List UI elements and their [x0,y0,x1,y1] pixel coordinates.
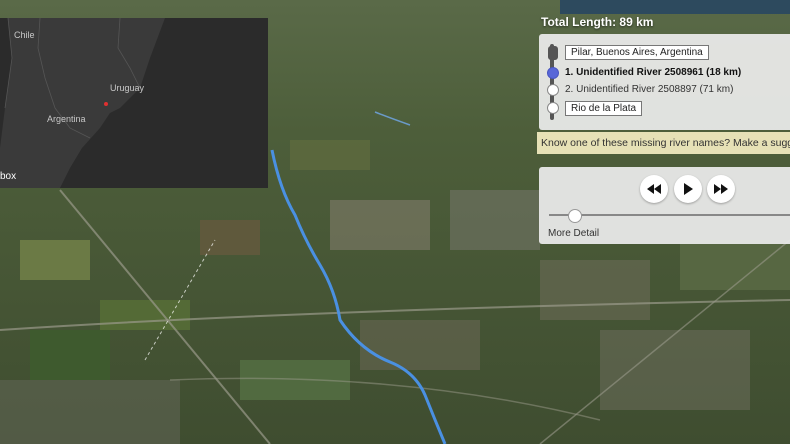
start-place[interactable]: Pilar, Buenos Aires, Argentina [565,45,709,60]
playback-panel: More Detail [539,167,790,244]
start-marker-icon [548,46,558,60]
playback-slider-track[interactable] [549,214,790,216]
play-icon [684,183,693,195]
more-detail-link[interactable]: More Detail [548,228,599,239]
river-item-2[interactable]: 2. Unidentified River 2508897 (71 km) [565,84,733,95]
river-2-dot-icon[interactable] [547,84,559,96]
fast-forward-icon [714,184,728,194]
end-place[interactable]: Rio de la Plata [565,101,643,116]
total-length: Total Length: 89 km [541,15,654,29]
minimap-label-argentina: Argentina [47,114,86,124]
river-1-dot-icon[interactable] [547,67,559,79]
suggest-names-banner[interactable]: Know one of these missing river names? M… [537,132,790,154]
play-button[interactable] [674,175,702,203]
playback-slider-thumb[interactable] [568,209,582,223]
location-marker [104,102,108,106]
fast-forward-button[interactable] [707,175,735,203]
river-item-1[interactable]: 1. Unidentified River 2508961 (18 km) [565,67,741,78]
minimap-map [0,18,165,188]
map-attribution[interactable]: box [0,171,16,182]
minimap-label-uruguay: Uruguay [110,83,145,93]
end-dot-icon [547,102,559,114]
rewind-button[interactable] [640,175,668,203]
rewind-icon [647,184,661,194]
minimap-label-chile: Chile [14,30,35,40]
minimap[interactable]: Chile Uruguay Argentina box [0,18,268,188]
route-panel: Pilar, Buenos Aires, Argentina 1. Uniden… [539,34,790,130]
